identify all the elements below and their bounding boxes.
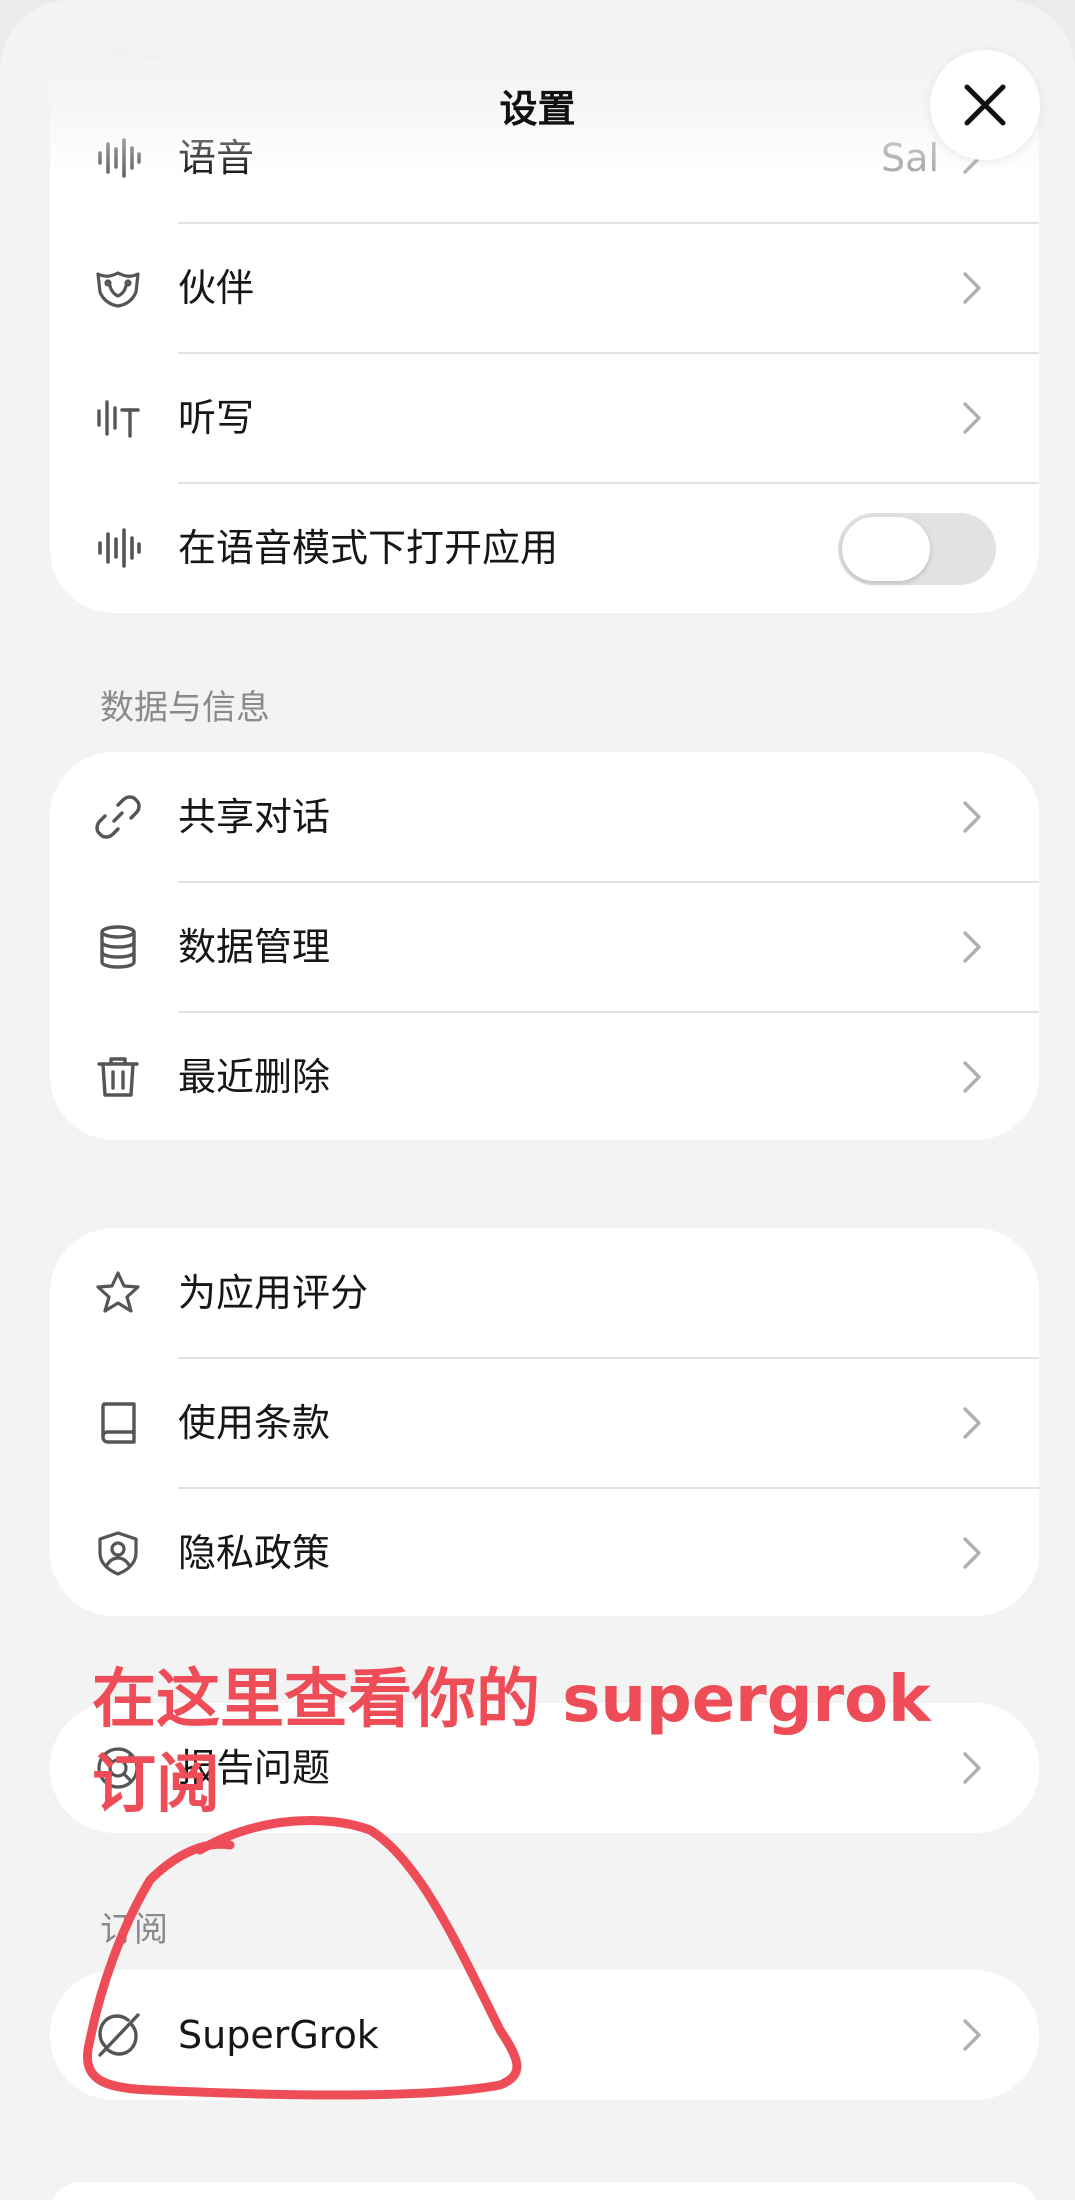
- page-title: 设置: [499, 87, 576, 131]
- settings-row-supergrok-label: SuperGrok: [178, 2013, 379, 2057]
- open-in-voice-mode-toggle[interactable]: [838, 513, 996, 585]
- settings-row-data-management-label: 数据管理: [178, 925, 331, 969]
- settings-row-companion-label: 伙伴: [178, 266, 255, 310]
- database-icon: [94, 923, 142, 971]
- settings-row-rate-app-label: 为应用评分: [178, 1271, 369, 1315]
- waveform-icon: [94, 134, 142, 182]
- settings-row-privacy-label: 隐私政策: [178, 1531, 331, 1575]
- chevron-right-icon: [963, 801, 981, 833]
- settings-row-recently-deleted-label: 最近删除: [178, 1055, 331, 1099]
- next-settings-card: [50, 2182, 1039, 2200]
- settings-row-recently-deleted[interactable]: 最近删除: [50, 1012, 1039, 1140]
- settings-row-terms-label: 使用条款: [178, 1401, 331, 1445]
- chevron-right-icon: [963, 1537, 981, 1569]
- settings-row-open-in-voice-mode-label: 在语音模式下打开应用: [178, 526, 559, 570]
- chevron-right-icon: [963, 272, 981, 304]
- annotation-text-line2: 订阅: [92, 1748, 220, 1822]
- settings-row-supergrok[interactable]: SuperGrok: [50, 1970, 1039, 2100]
- annotation-text-line1: 在这里查看你的 supergrok: [92, 1663, 931, 1737]
- voice-settings-card: 语音 Sal 伙伴 听写 在语音模式下打开应用: [50, 60, 1039, 613]
- companion-masks-icon: [94, 264, 142, 312]
- chevron-right-icon: [963, 2019, 981, 2051]
- section-title-subscription: 订阅: [100, 1910, 168, 1950]
- settings-row-rate-app[interactable]: 为应用评分: [50, 1228, 1039, 1358]
- close-icon: [964, 84, 1006, 126]
- settings-row-dictation[interactable]: 听写: [50, 353, 1039, 483]
- close-button[interactable]: [930, 50, 1040, 160]
- waveform-icon: [94, 524, 142, 572]
- star-icon: [94, 1269, 142, 1317]
- toggle-knob: [842, 517, 930, 581]
- settings-row-privacy[interactable]: 隐私政策: [50, 1488, 1039, 1616]
- settings-row-dictation-label: 听写: [178, 396, 255, 440]
- chevron-right-icon: [963, 931, 981, 963]
- settings-sheet: 语音 语音 Sal 伙伴 听写 在语音模式下打开应用 数据与信息 共享对话 数据…: [0, 0, 1075, 2200]
- settings-row-terms[interactable]: 使用条款: [50, 1358, 1039, 1488]
- settings-row-companion[interactable]: 伙伴: [50, 223, 1039, 353]
- chevron-right-icon: [963, 1407, 981, 1439]
- grok-logo-icon: [94, 2011, 142, 2059]
- chevron-right-icon: [963, 1061, 981, 1093]
- settings-row-shared-chats-label: 共享对话: [178, 795, 331, 839]
- dictation-icon: [94, 394, 142, 442]
- section-title-data: 数据与信息: [100, 688, 270, 728]
- about-settings-card: 为应用评分 使用条款 隐私政策: [50, 1228, 1039, 1616]
- book-icon: [94, 1399, 142, 1447]
- data-settings-card: 共享对话 数据管理 最近删除: [50, 752, 1039, 1140]
- trash-icon: [94, 1053, 142, 1101]
- settings-row-data-management[interactable]: 数据管理: [50, 882, 1039, 1012]
- chevron-right-icon: [963, 402, 981, 434]
- settings-row-shared-chats[interactable]: 共享对话: [50, 752, 1039, 882]
- settings-row-open-in-voice-mode: 在语音模式下打开应用: [50, 483, 1039, 613]
- subscription-settings-card: SuperGrok: [50, 1970, 1039, 2100]
- shield-user-icon: [94, 1529, 142, 1577]
- link-icon: [94, 793, 142, 841]
